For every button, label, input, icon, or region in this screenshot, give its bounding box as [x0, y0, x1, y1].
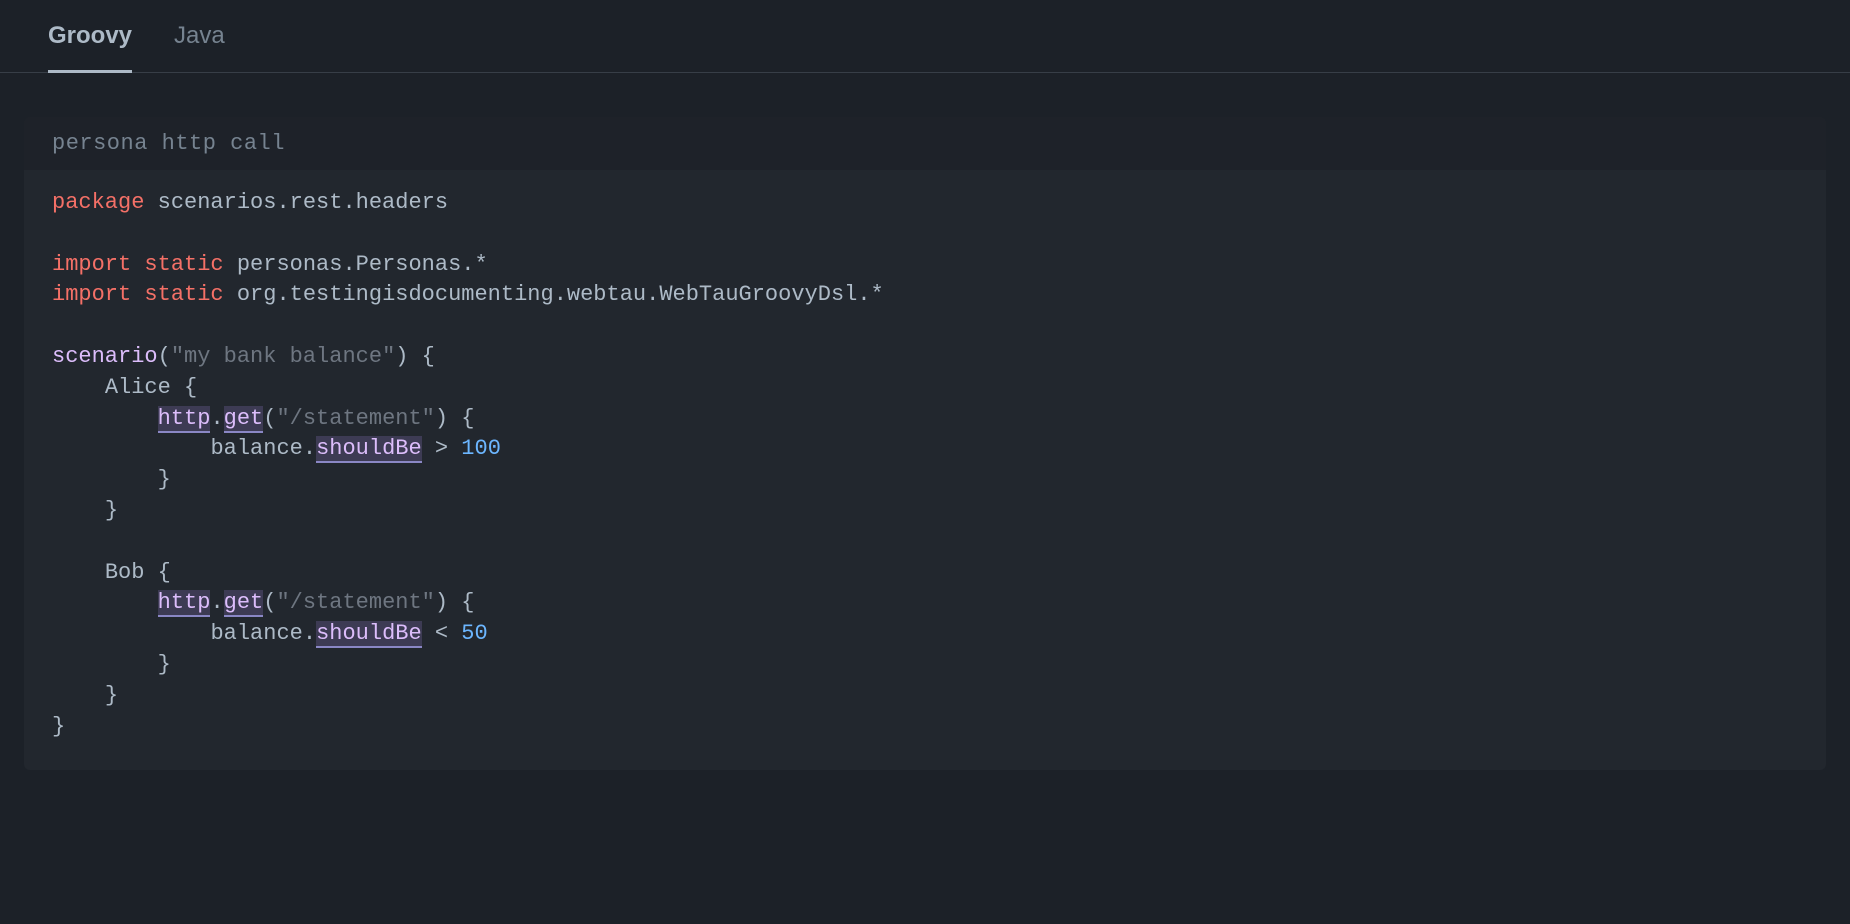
tab-groovy[interactable]: Groovy — [48, 0, 132, 73]
highlight-get: get — [224, 406, 264, 433]
code-block: persona http call package scenarios.rest… — [24, 117, 1826, 770]
dot: . — [210, 406, 223, 431]
highlight-http: http — [158, 406, 211, 433]
keyword-static: static — [131, 252, 237, 277]
keyword-package: package — [52, 190, 144, 215]
import-package: personas.Personas.* — [237, 252, 488, 277]
brace: { — [184, 375, 197, 400]
code-body: package scenarios.rest.headers import st… — [24, 170, 1826, 770]
brace: } — [52, 714, 65, 739]
identifier-balance: balance. — [210, 621, 316, 646]
function-scenario: scenario — [52, 344, 158, 369]
brace: } — [105, 683, 118, 708]
brace: { — [461, 590, 474, 615]
brace: } — [158, 467, 171, 492]
paren: ) — [435, 406, 448, 431]
dot: . — [210, 590, 223, 615]
tab-java[interactable]: Java — [174, 0, 225, 73]
number-literal: 100 — [461, 436, 501, 461]
brace: } — [105, 498, 118, 523]
identifier-balance: balance. — [210, 436, 316, 461]
brace: } — [158, 652, 171, 677]
number-literal: 50 — [461, 621, 487, 646]
import-package: org.testingisdocumenting.webtau.WebTauGr… — [237, 282, 884, 307]
paren: ) — [395, 344, 408, 369]
keyword-import: import — [52, 282, 131, 307]
highlight-get: get — [224, 590, 264, 617]
string-literal: "my bank balance" — [171, 344, 395, 369]
string-literal: "/statement" — [276, 590, 434, 615]
package-name: scenarios.rest.headers — [144, 190, 448, 215]
operator: < — [422, 621, 462, 646]
brace: { — [461, 406, 474, 431]
keyword-import: import — [52, 252, 131, 277]
paren: ( — [263, 406, 276, 431]
highlight-shouldbe: shouldBe — [316, 436, 422, 463]
paren: ( — [158, 344, 171, 369]
highlight-http: http — [158, 590, 211, 617]
code-pre: package scenarios.rest.headers import st… — [52, 188, 1798, 742]
tabs-container: Groovy Java — [0, 0, 1850, 73]
operator: > — [422, 436, 462, 461]
identifier-alice: Alice — [105, 375, 171, 400]
highlight-shouldbe: shouldBe — [316, 621, 422, 648]
paren: ( — [263, 590, 276, 615]
identifier-bob: Bob — [105, 560, 145, 585]
content-area: persona http call package scenarios.rest… — [0, 73, 1850, 794]
brace: { — [158, 560, 171, 585]
brace: { — [422, 344, 435, 369]
paren: ) — [435, 590, 448, 615]
string-literal: "/statement" — [276, 406, 434, 431]
keyword-static: static — [131, 282, 237, 307]
code-title: persona http call — [24, 117, 1826, 170]
